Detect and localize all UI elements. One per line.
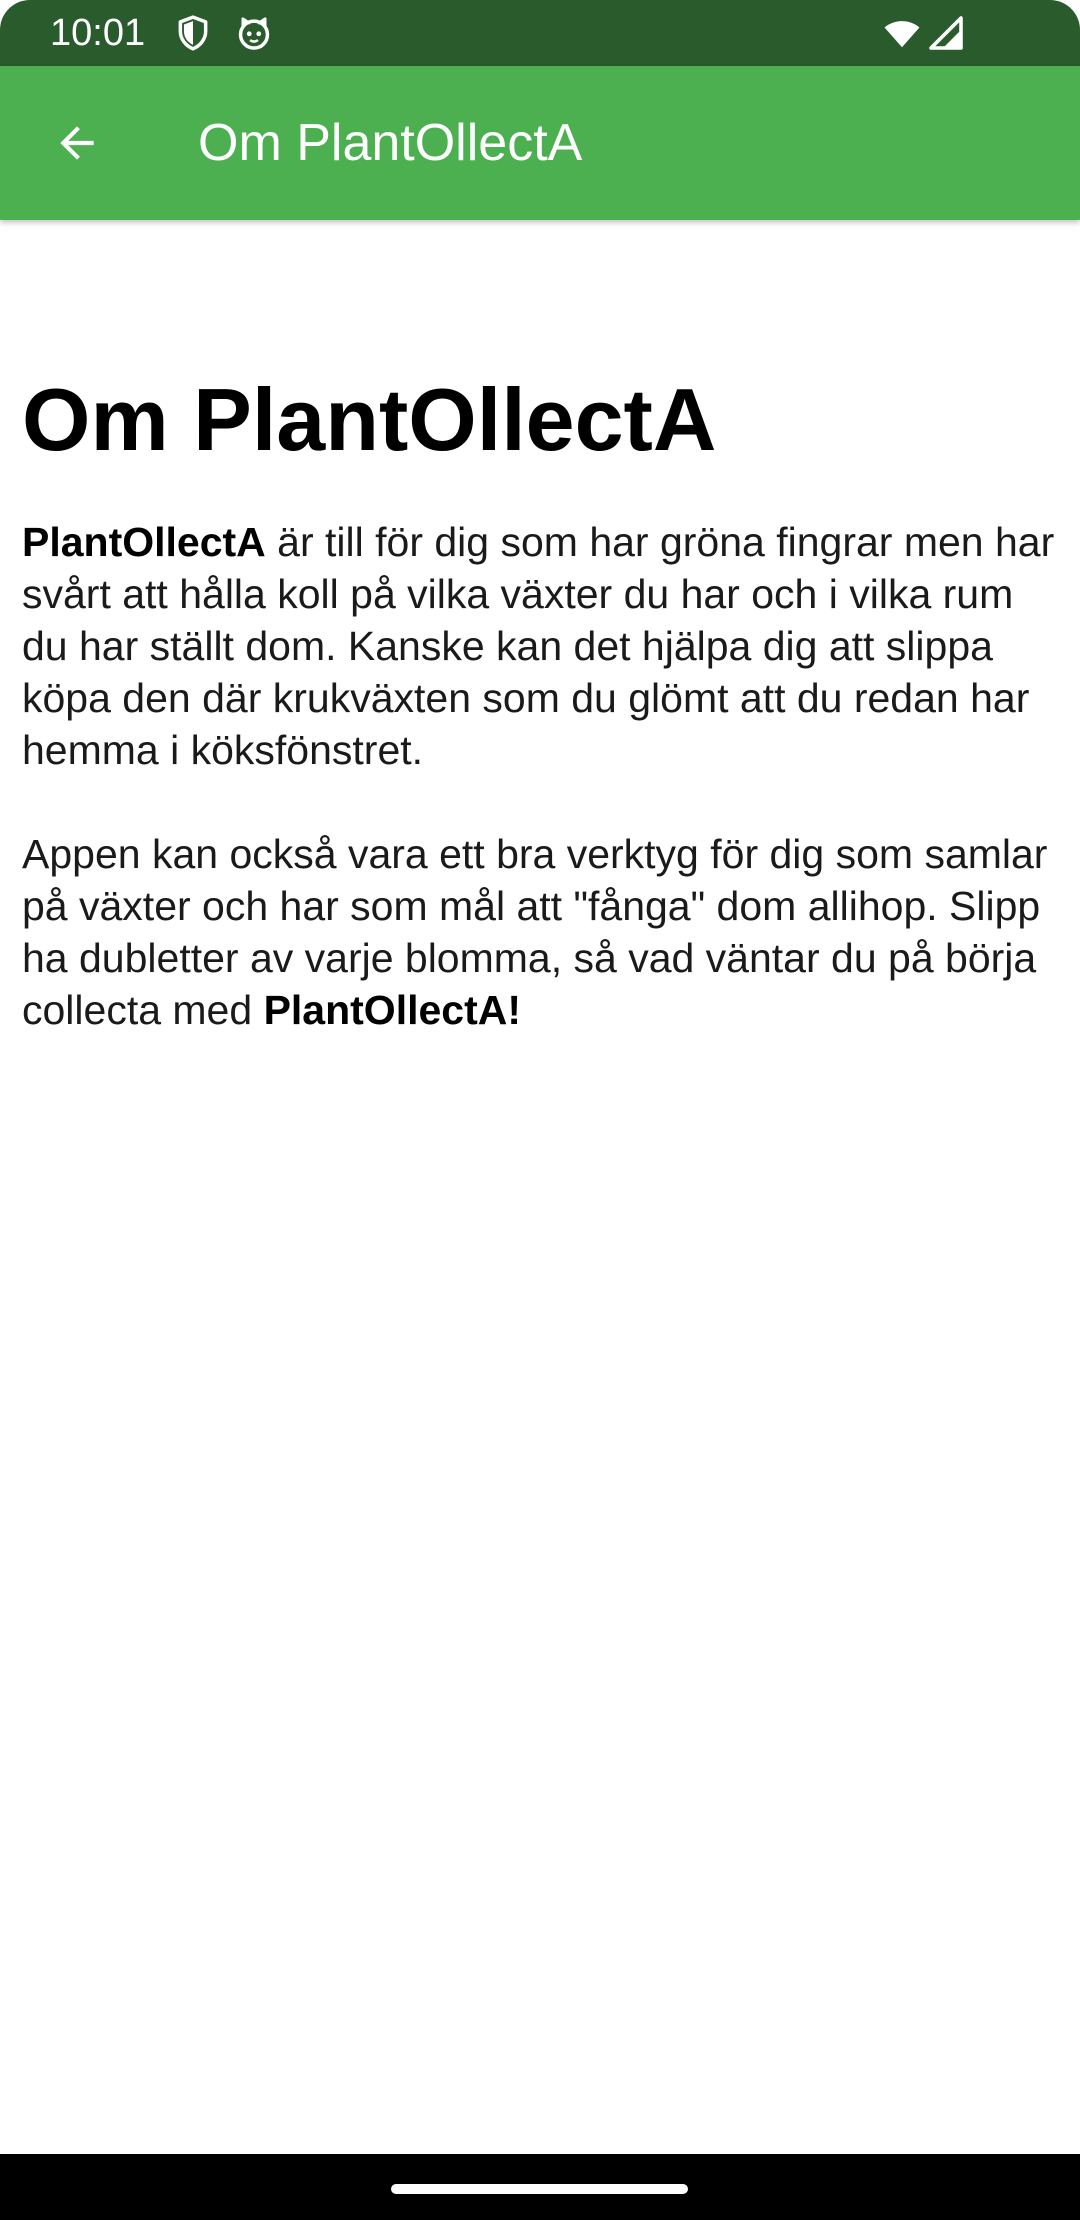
cat-icon — [234, 14, 274, 52]
collector-paragraph: Appen kan också vara ett bra verktyg för… — [22, 828, 1058, 1036]
status-bar: 10:01 — [0, 0, 1080, 66]
back-button[interactable] — [34, 100, 120, 186]
wifi-icon — [880, 14, 924, 52]
status-time: 10:01 — [50, 12, 146, 54]
signal-icon — [928, 14, 964, 52]
shield-icon — [173, 14, 213, 52]
page-heading: Om PlantOllectA — [22, 370, 717, 469]
app-name-bold: PlantOllectA — [22, 519, 266, 565]
navigation-bar — [0, 2154, 1080, 2220]
collector-text: Appen kan också vara ett bra verktyg för… — [22, 831, 1048, 1033]
intro-paragraph: PlantOllectA är till för dig som har grö… — [22, 516, 1058, 776]
app-bar: Om PlantOllectA — [0, 66, 1080, 220]
home-indicator[interactable] — [391, 2184, 688, 2194]
screen: 10:01 Om PlantOllectA Om PlantOllectA Pl… — [0, 0, 1080, 2220]
arrow-back-icon — [60, 126, 94, 160]
app-name-bold-tail: PlantOllectA! — [263, 987, 521, 1033]
app-bar-title: Om PlantOllectA — [198, 114, 583, 172]
about-content: Om PlantOllectA PlantOllectA är till för… — [22, 370, 1058, 1036]
